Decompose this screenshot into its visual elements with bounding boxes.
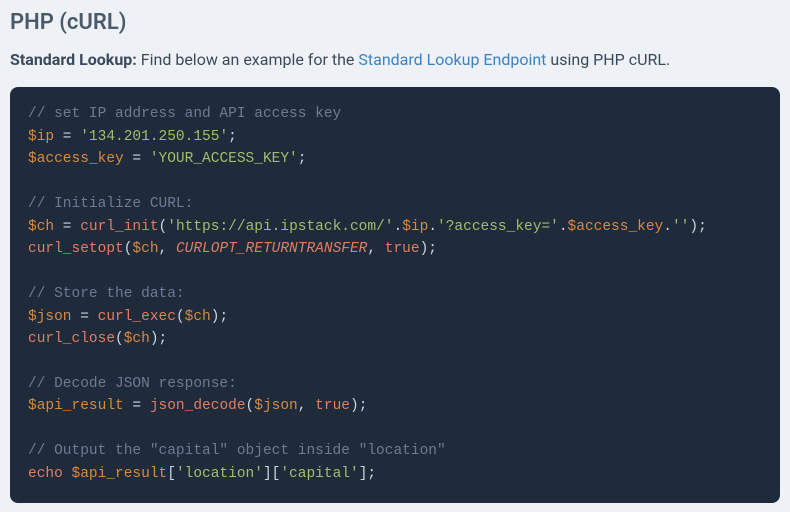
code-op: =: [124, 398, 150, 414]
code-punct: ,: [298, 398, 315, 414]
code-op: =: [54, 129, 80, 145]
code-punct: ): [150, 331, 159, 347]
code-var: $api_result: [28, 398, 124, 414]
code-punct: ;: [228, 129, 237, 145]
code-var: $ch: [185, 309, 211, 325]
code-str: 'YOUR_ACCESS_KEY': [150, 151, 298, 167]
code-punct: .: [428, 219, 437, 235]
code-punct: ;: [367, 466, 376, 482]
lead-text-before: Find below an example for the: [137, 50, 359, 69]
code-comment: // set IP address and API access key: [28, 106, 341, 122]
code-var: $access_key: [28, 151, 124, 167]
code-punct: ,: [159, 241, 176, 257]
code-func: json_decode: [150, 398, 246, 414]
code-comment: // Decode JSON response:: [28, 376, 237, 392]
code-punct: ;: [298, 151, 307, 167]
code-punct: .: [394, 219, 403, 235]
code-op: =: [54, 219, 80, 235]
code-var: $json: [28, 309, 72, 325]
section-title: PHP (cURL): [10, 10, 780, 35]
code-str: 'capital': [280, 466, 358, 482]
code-punct: ;: [359, 398, 368, 414]
code-punct: ;: [219, 309, 228, 325]
code-comment: // Output the "capital" object inside "l…: [28, 443, 446, 459]
code-keyword: true: [315, 398, 350, 414]
standard-lookup-link[interactable]: Standard Lookup Endpoint: [358, 50, 546, 69]
code-block: // set IP address and API access key $ip…: [10, 87, 780, 503]
code-var: $ip: [28, 129, 54, 145]
lead-bold: Standard Lookup:: [10, 50, 137, 69]
code-var: $json: [254, 398, 298, 414]
code-punct: ,: [367, 241, 384, 257]
code-punct: ]: [263, 466, 272, 482]
code-func: curl_setopt: [28, 241, 124, 257]
code-punct: ;: [428, 241, 437, 257]
code-str: 'location': [176, 466, 263, 482]
code-punct: (: [176, 309, 185, 325]
code-var: $ch: [132, 241, 158, 257]
lead-text-after: using PHP cURL.: [546, 50, 670, 69]
code-comment: // Store the data:: [28, 286, 185, 302]
code-op: =: [124, 151, 150, 167]
code-str: '134.201.250.155': [80, 129, 228, 145]
code-punct: .: [559, 219, 568, 235]
code-punct: ;: [159, 331, 168, 347]
code-var: $access_key: [568, 219, 664, 235]
code-comment: // Initialize CURL:: [28, 196, 193, 212]
code-var: $ch: [28, 219, 54, 235]
code-punct: [: [167, 466, 176, 482]
code-keyword: true: [385, 241, 420, 257]
code-keyword: echo: [28, 466, 63, 482]
code-const: CURLOPT_RETURNTRANSFER: [176, 241, 367, 257]
code-str: 'https://api.ipstack.com/': [167, 219, 393, 235]
code-str: '?access_key=': [437, 219, 559, 235]
code-func: curl_init: [80, 219, 158, 235]
code-var: $api_result: [72, 466, 168, 482]
code-str: '': [672, 219, 689, 235]
code-op: [63, 466, 72, 482]
code-punct: .: [663, 219, 672, 235]
code-punct: (: [115, 331, 124, 347]
code-punct: (: [246, 398, 255, 414]
code-punct: ;: [698, 219, 707, 235]
code-punct: ): [350, 398, 359, 414]
code-var: $ip: [402, 219, 428, 235]
lead-paragraph: Standard Lookup: Find below an example f…: [10, 49, 780, 71]
code-op: =: [72, 309, 98, 325]
code-func: curl_exec: [98, 309, 176, 325]
code-func: curl_close: [28, 331, 115, 347]
code-var: $ch: [124, 331, 150, 347]
code-punct: ): [689, 219, 698, 235]
code-punct: (: [159, 219, 168, 235]
code-punct: ): [420, 241, 429, 257]
